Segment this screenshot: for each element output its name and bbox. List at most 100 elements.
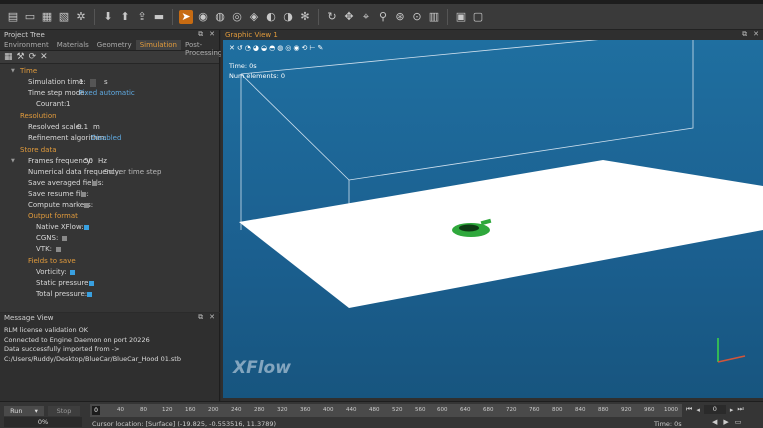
pan-view-icon[interactable]: ✥ [342,10,356,24]
view-rotate-icon[interactable]: ↺ [237,44,243,52]
section-fields-to-save: Fields to save [28,257,76,265]
transform-gear-icon[interactable]: ✻ [298,10,312,24]
frame-controls: ⏮ ◂ 0 ▸ ⏭ [686,405,744,414]
rotate-object-icon[interactable]: ◐ [264,10,278,24]
cgns-checkbox[interactable] [62,236,67,241]
static-pressure-checkbox[interactable] [89,281,94,286]
courant-input[interactable]: 1 [66,99,70,110]
timeline-tick: 240 [231,407,242,413]
new-file-icon[interactable]: ▤ [6,10,20,24]
view-axis-icon[interactable]: ⊢ [309,44,315,52]
timeline-tick: 160 [185,407,196,413]
refinement-select[interactable]: Disabled [91,133,121,144]
play-forward-icon[interactable]: ▶ [723,418,728,426]
main-toolbar: ▤ ▭ ▦ ▧ ✲ ⬇ ⬆ ⇪ ▬ ➤ ◉ ◍ ◎ ◈ ◐ ◑ ✻ ↻ ✥ ⌖ … [0,4,763,30]
vorticity-checkbox[interactable] [70,270,75,275]
view-x-icon[interactable]: ✕ [229,44,235,52]
first-frame-icon[interactable]: ⏮ [686,405,692,414]
toggle-panel-icon[interactable]: ▭ [735,418,742,426]
target-center-icon[interactable]: ⊛ [393,10,407,24]
frame-number-input[interactable]: 0 [703,405,726,414]
numerical-frequency-select[interactable]: Solver time step [104,167,161,178]
export-geometry-icon[interactable]: ⬆ [118,10,132,24]
move-object-icon[interactable]: ◈ [247,10,261,24]
select-object-icon[interactable]: ◎ [230,10,244,24]
resolved-scale-input[interactable]: 0.1 [77,122,88,133]
domain-edge [348,40,694,181]
section-store-data: Store data [20,146,57,154]
rotate-view-icon[interactable]: ↻ [325,10,339,24]
settings-gear-icon[interactable]: ✲ [74,10,88,24]
frames-frequency-input[interactable]: 50 [84,156,93,167]
log-line: C:/Users/Ruddy/Desktop/BlueCar/BlueCar_H… [4,354,181,363]
undock-icon[interactable]: ⧉ [742,30,747,39]
view-front-icon[interactable]: ◔ [245,44,251,52]
fit-view-icon[interactable]: ⊙ [410,10,424,24]
simulation-time-spinner[interactable] [90,79,96,87]
view-bottom-icon[interactable]: ◎ [285,44,291,52]
chevron-down-icon[interactable]: ▾ [35,407,38,415]
tab-materials[interactable]: Materials [53,40,93,50]
play-backward-icon[interactable]: ◀ [712,418,717,426]
select-pointer-icon[interactable]: ➤ [179,9,193,24]
close-icon[interactable]: ✕ [753,30,759,39]
select-surface-icon[interactable]: ◉ [196,10,210,24]
display-mode-icon[interactable]: ▥ [427,10,441,24]
scale-object-icon[interactable]: ◑ [281,10,295,24]
collapse-arrow-icon[interactable]: ▼ [11,68,15,74]
close-icon[interactable]: ✕ [209,313,215,322]
window-layout-icon[interactable]: ▢ [471,10,485,24]
tools-icon[interactable]: ⚒ [17,52,25,62]
stop-button[interactable]: Stop [48,406,80,416]
save-resume-checkbox[interactable] [81,192,86,197]
close-icon[interactable]: ✕ [209,30,215,39]
time-step-mode-select[interactable]: Fixed automatic [79,88,135,99]
select-part-icon[interactable]: ◍ [213,10,227,24]
next-frame-icon[interactable]: ▸ [730,406,734,414]
collapse-arrow-icon[interactable]: ▼ [11,158,15,164]
ruler-icon[interactable]: ▬ [152,10,166,24]
simulation-time-unit: s [104,78,108,86]
screenshot-icon[interactable]: ▣ [454,10,468,24]
simulation-time-input[interactable]: 1 [79,77,83,88]
run-button[interactable]: Run ▾ [4,406,44,416]
view-iso-icon[interactable]: ◉ [293,44,299,52]
view-reset-icon[interactable]: ⟲ [302,44,308,52]
tab-geometry[interactable]: Geometry [93,40,136,50]
cgns-label: CGNS: [36,234,59,242]
view-left-icon[interactable]: ◒ [261,44,267,52]
view-top-icon[interactable]: ◍ [277,44,283,52]
clear-icon[interactable]: ✕ [40,52,48,62]
save-averaged-checkbox[interactable] [92,181,97,186]
tab-post-processing[interactable]: Post-Processing [181,40,226,57]
timeline-tick: 360 [300,407,311,413]
last-frame-icon[interactable]: ⏭ [737,405,743,414]
compute-markers-checkbox[interactable] [84,203,89,208]
total-pressure-checkbox[interactable] [87,292,92,297]
scene-drawing [239,40,763,363]
open-folder-icon[interactable]: ▭ [23,10,37,24]
zoom-icon[interactable]: ⚲ [376,10,390,24]
view-right-icon[interactable]: ◓ [269,44,275,52]
native-xflow-checkbox[interactable] [84,225,89,230]
3d-viewport[interactable]: ✕ ↺ ◔ ◕ ◒ ◓ ◍ ◎ ◉ ⟲ ⊢ ✎ Time: 0s Num ele… [223,40,763,398]
tab-environment[interactable]: Environment [0,40,53,50]
tab-simulation[interactable]: Simulation [135,40,181,50]
previous-frame-icon[interactable]: ◂ [696,406,700,414]
grid-view-icon[interactable]: ▦ [4,52,13,62]
save-as-icon[interactable]: ▧ [57,10,71,24]
timeline-tick: 320 [277,407,288,413]
undock-icon[interactable]: ⧉ [198,30,203,39]
vtk-checkbox[interactable] [56,247,61,252]
export-data-icon[interactable]: ⇪ [135,10,149,24]
save-icon[interactable]: ▦ [40,10,54,24]
import-geometry-icon[interactable]: ⬇ [101,10,115,24]
undock-icon[interactable]: ⧉ [198,313,203,322]
timeline-handle[interactable]: 0 [92,406,100,415]
timeline-slider[interactable]: 0 40 80 120 160 200 240 280 320 360 400 … [90,404,682,417]
measure-icon[interactable]: ⌖ [359,10,373,24]
view-back-icon[interactable]: ◕ [253,44,259,52]
view-pen-icon[interactable]: ✎ [318,44,324,52]
run-label: Run [10,407,23,415]
refresh-icon[interactable]: ⟳ [29,52,37,62]
